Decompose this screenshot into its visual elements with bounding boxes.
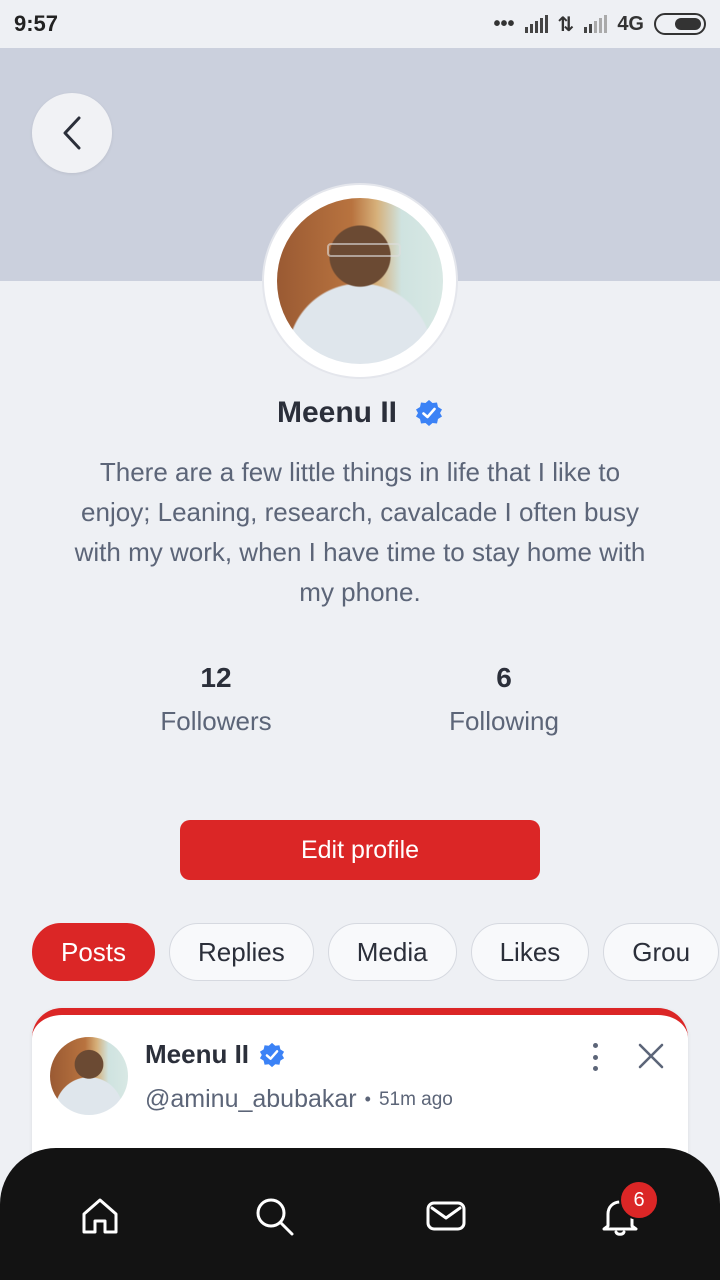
data-transfer-icon: ⇅ [557,13,575,36]
profile-name: Meenu II [276,396,397,429]
search-icon [256,1198,294,1236]
edit-profile-button[interactable]: Edit profile [180,820,540,880]
post-author-handle: @aminu_abubakar [145,1085,357,1113]
tab-replies[interactable]: Replies [169,923,314,981]
following-stat[interactable]: 6 Following [404,660,604,737]
bottom-navigation [0,1148,720,1280]
post-meta: @aminu_abubakar • 51m ago [145,1085,453,1114]
post-author-row: Meenu II [145,1039,285,1070]
profile-avatar[interactable] [264,185,456,377]
nav-messages[interactable] [422,1192,470,1240]
nav-search[interactable] [250,1192,298,1240]
post-author-avatar[interactable] [50,1037,128,1115]
followers-label: Followers [160,706,272,736]
status-bar: 9:57 ••• ⇅ 4G [0,0,720,48]
profile-name-row: Meenu II [0,396,720,430]
network-type: 4G [617,12,644,35]
back-button[interactable] [32,93,112,173]
tab-posts[interactable]: Posts [32,923,156,981]
nav-home[interactable] [76,1192,124,1240]
mail-icon [426,1201,466,1231]
followers-stat[interactable]: 12 Followers [116,660,316,737]
signal-icon [524,15,548,33]
post-author-name[interactable]: Meenu II [145,1039,249,1070]
close-icon[interactable] [636,1041,666,1071]
tab-media[interactable]: Media [327,923,457,981]
verified-badge-icon [416,400,442,426]
tab-groups[interactable]: Grou [603,923,720,981]
chevron-left-icon [63,116,81,150]
tab-likes[interactable]: Likes [470,923,590,981]
following-label: Following [449,706,559,736]
profile-bio: There are a few little things in life th… [74,457,646,607]
more-options-icon[interactable] [580,1039,610,1075]
post-timestamp: 51m ago [378,1088,453,1110]
meta-separator: • [364,1089,371,1109]
verified-badge-icon [259,1042,285,1067]
followers-count: 12 [200,662,232,693]
battery-icon [654,13,706,35]
avatar-photo [277,198,443,364]
notification-badge: 6 [619,1180,659,1220]
following-count: 6 [496,662,512,693]
signal-icon-2 [584,15,608,33]
status-time: 9:57 [14,11,59,36]
profile-tabs: Posts Replies Media Likes Grou [32,923,720,981]
status-icons: ••• ⇅ 4G [494,12,706,37]
more-dots-icon: ••• [493,12,515,35]
home-icon [82,1198,118,1234]
